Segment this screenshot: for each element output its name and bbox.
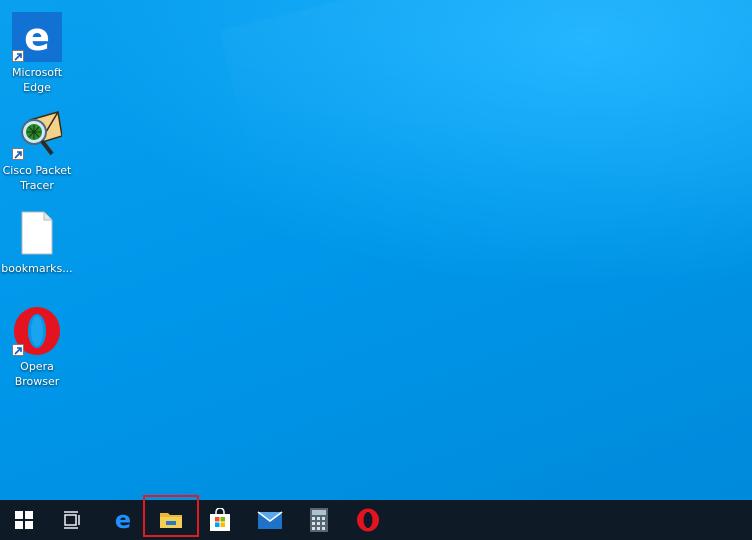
desktop-icon-microsoft-edge[interactable]: e Microsoft Edge	[0, 12, 74, 95]
task-view-icon	[64, 511, 80, 529]
file-icon	[12, 208, 62, 258]
taskbar-microsoft-store-button[interactable]	[196, 500, 244, 540]
svg-text:e: e	[115, 509, 131, 531]
calculator-icon	[310, 508, 328, 532]
opera-icon	[12, 306, 62, 356]
desktop-icon-bookmarks[interactable]: bookmarks...	[0, 208, 74, 276]
folder-icon	[160, 513, 182, 528]
taskbar-opera-button[interactable]	[344, 500, 392, 540]
edge-icon: e	[12, 12, 62, 62]
windows-logo-icon	[15, 511, 33, 529]
opera-icon	[357, 508, 379, 532]
taskbar: e	[0, 500, 752, 540]
shortcut-arrow-icon	[12, 344, 24, 356]
taskbar-calculator-button[interactable]	[295, 500, 343, 540]
store-icon	[210, 508, 230, 531]
desktop: e Microsoft Edge Cisco Packet Tracer boo…	[0, 0, 752, 500]
desktop-icon-label: Opera Browser	[14, 360, 60, 388]
start-button[interactable]	[0, 500, 48, 540]
packet-tracer-icon	[12, 110, 63, 160]
shortcut-arrow-icon	[12, 50, 24, 62]
desktop-icon-opera-browser[interactable]: Opera Browser	[0, 306, 74, 389]
mail-icon	[257, 511, 283, 529]
desktop-icon-label: Microsoft Edge	[11, 66, 63, 94]
shortcut-arrow-icon	[12, 148, 24, 160]
desktop-icon-label: Cisco Packet Tracer	[2, 164, 72, 192]
edge-icon: e	[115, 509, 131, 531]
desktop-icon-cisco-packet-tracer[interactable]: Cisco Packet Tracer	[0, 110, 74, 193]
taskbar-edge-button[interactable]: e	[99, 500, 147, 540]
task-view-button[interactable]	[48, 500, 96, 540]
taskbar-file-explorer-button[interactable]	[147, 500, 195, 540]
taskbar-mail-button[interactable]	[246, 500, 294, 540]
desktop-icon-label: bookmarks...	[1, 262, 73, 275]
wallpaper-light-beam	[219, 0, 752, 439]
svg-text:e: e	[24, 15, 50, 59]
